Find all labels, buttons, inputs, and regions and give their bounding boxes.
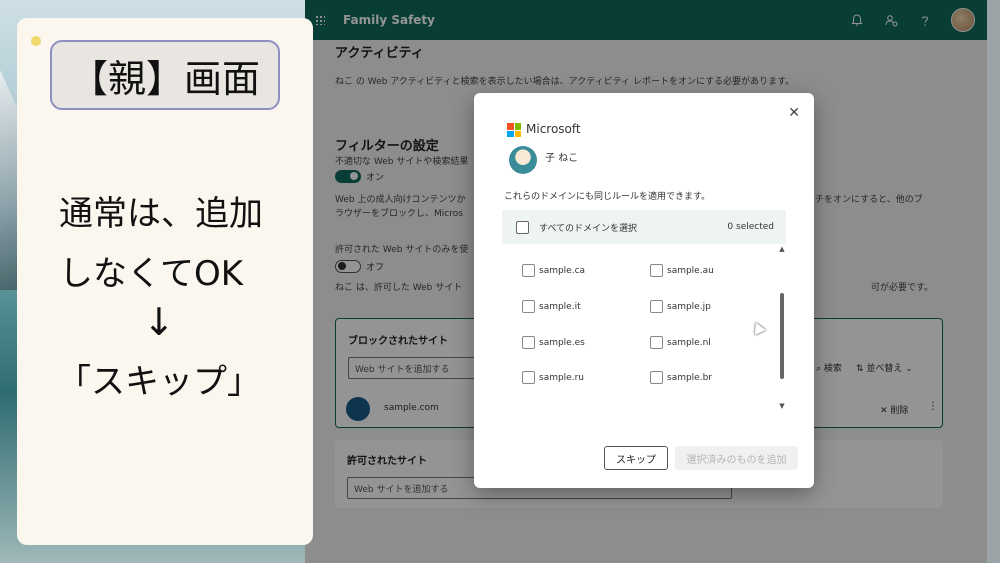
- selected-count: 0 selected: [727, 222, 774, 232]
- domain-label: sample.it: [539, 301, 581, 312]
- domain-checkbox[interactable]: [650, 336, 663, 349]
- close-icon[interactable]: ✕: [788, 105, 800, 121]
- child-name: 子 ねこ: [545, 153, 579, 164]
- domain-label: sample.es: [539, 337, 585, 348]
- brand-name: Microsoft: [526, 122, 581, 136]
- annotation-line3: 「スキップ」: [57, 362, 261, 402]
- domain-label: sample.ca: [539, 265, 586, 276]
- dialog-description: これらのドメインにも同じルールを適用できます。: [504, 192, 711, 202]
- child-avatar: [509, 146, 537, 174]
- domain-list-scrollbar[interactable]: ▲ ▼: [777, 245, 787, 410]
- domain-item[interactable]: sample.ru: [522, 371, 584, 384]
- domain-item[interactable]: sample.br: [650, 371, 712, 384]
- domain-checkbox[interactable]: [522, 300, 535, 313]
- down-arrow-icon: ↓: [143, 300, 175, 344]
- domain-label: sample.jp: [667, 301, 711, 312]
- domain-item[interactable]: sample.jp: [650, 300, 711, 313]
- domain-label: sample.au: [667, 265, 714, 276]
- domain-label: sample.ru: [539, 372, 584, 383]
- domain-checkbox[interactable]: [650, 300, 663, 313]
- domain-item[interactable]: sample.nl: [650, 336, 711, 349]
- scroll-up-icon[interactable]: ▲: [777, 245, 787, 253]
- annotation-line2: しなくてOK: [59, 254, 244, 294]
- add-selected-button[interactable]: 選択済みのものを追加: [675, 446, 798, 470]
- domain-item[interactable]: sample.es: [522, 336, 585, 349]
- domain-label: sample.br: [667, 372, 712, 383]
- domain-item[interactable]: sample.au: [650, 264, 714, 277]
- apply-domains-dialog: ✕ Microsoft 子 ねこ これらのドメインにも同じルールを適用できます。…: [474, 93, 814, 488]
- page-scrollbar[interactable]: [987, 0, 1000, 563]
- domain-item[interactable]: sample.ca: [522, 264, 585, 277]
- domain-checkbox[interactable]: [522, 264, 535, 277]
- annotation-title: 【親】画面: [50, 40, 280, 110]
- domain-checkbox[interactable]: [522, 336, 535, 349]
- select-all-row: すべてのドメインを選択 0 selected: [502, 210, 786, 244]
- domain-item[interactable]: sample.it: [522, 300, 581, 313]
- domain-checkbox[interactable]: [522, 371, 535, 384]
- domain-label: sample.nl: [667, 337, 711, 348]
- annotation-line1: 通常は、追加: [59, 194, 263, 234]
- select-all-label: すべてのドメインを選択: [539, 223, 638, 234]
- scroll-thumb[interactable]: [780, 293, 784, 379]
- note-dot: [31, 36, 41, 46]
- skip-button[interactable]: スキップ: [604, 446, 668, 470]
- domain-checkbox[interactable]: [650, 264, 663, 277]
- annotation-card: 【親】画面 通常は、追加 しなくてOK ↓ 「スキップ」: [17, 18, 313, 545]
- scroll-down-icon[interactable]: ▼: [777, 402, 787, 410]
- select-all-checkbox[interactable]: [516, 220, 529, 234]
- domain-checkbox[interactable]: [650, 371, 663, 384]
- microsoft-logo-icon: [507, 123, 521, 137]
